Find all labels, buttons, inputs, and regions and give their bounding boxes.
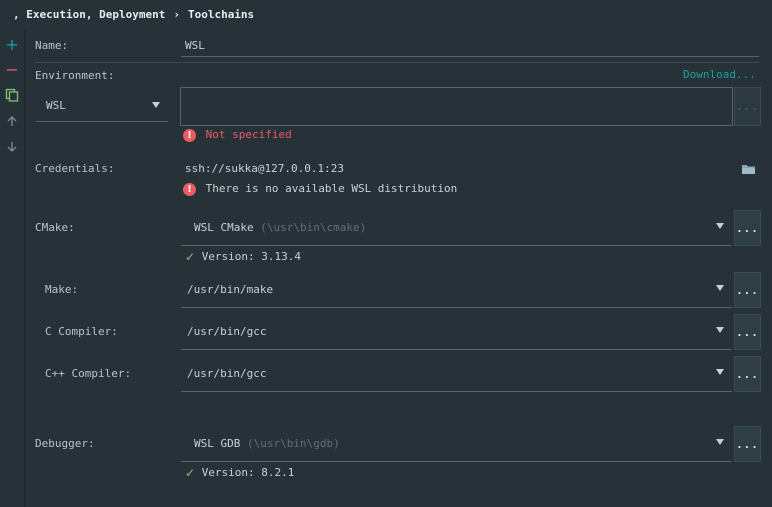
download-link[interactable]: Download... — [683, 68, 756, 81]
remove-icon[interactable]: − — [0, 59, 24, 79]
make-label: Make: — [45, 283, 79, 296]
environment-label: Environment: — [35, 69, 115, 82]
debugger-select[interactable]: WSL GDB (\usr\bin\gdb) — [181, 426, 732, 462]
environment-path-input[interactable] — [180, 87, 733, 126]
cpp-compiler-browse-button[interactable]: ... — [734, 356, 761, 392]
cmake-browse-button[interactable]: ... — [734, 210, 761, 246]
debugger-version: ✓ Version: 8.2.1 — [185, 466, 295, 480]
chevron-down-icon — [716, 223, 724, 229]
move-up-icon[interactable] — [0, 111, 24, 131]
chevron-down-icon — [716, 327, 724, 333]
cmake-version: ✓ Version: 3.13.4 — [185, 250, 302, 264]
credentials-label: Credentials: — [35, 162, 115, 175]
chevron-down-icon — [716, 439, 724, 445]
cpp-compiler-label: C++ Compiler: — [45, 367, 132, 380]
divider — [35, 62, 759, 63]
cmake-label: CMake: — [35, 221, 75, 234]
breadcrumb: , Execution, Deployment › Toolchains — [13, 8, 254, 21]
error-icon: ! — [183, 182, 196, 196]
environment-error: ! Not specified — [183, 128, 292, 142]
chevron-down-icon — [152, 102, 160, 108]
copy-icon[interactable] — [0, 85, 24, 105]
debugger-label: Debugger: — [35, 437, 95, 450]
credentials-error: ! There is no available WSL distribution — [183, 182, 457, 196]
breadcrumb-separator: › — [173, 8, 180, 21]
make-browse-button[interactable]: ... — [734, 272, 761, 308]
environment-browse-button[interactable]: ... — [734, 87, 761, 126]
cmake-select[interactable]: WSL CMake (\usr\bin\cmake) — [181, 210, 732, 246]
make-select[interactable]: /usr/bin/make — [181, 272, 732, 308]
check-icon: ✓ — [185, 466, 196, 480]
c-compiler-label: C Compiler: — [45, 325, 118, 338]
debugger-browse-button[interactable]: ... — [734, 426, 761, 462]
error-icon: ! — [183, 128, 196, 142]
chevron-down-icon — [716, 285, 724, 291]
credentials-value: ssh://sukka@127.0.0.1:23 — [185, 162, 344, 175]
chevron-down-icon — [716, 369, 724, 375]
environment-select[interactable]: WSL — [36, 89, 168, 122]
name-field[interactable]: WSL — [181, 32, 759, 57]
folder-icon[interactable] — [741, 163, 756, 178]
toolchain-toolbar: + − — [0, 30, 25, 507]
breadcrumb-current: Toolchains — [187, 8, 255, 21]
move-down-icon[interactable] — [0, 137, 24, 157]
cpp-compiler-select[interactable]: /usr/bin/gcc — [181, 356, 732, 392]
c-compiler-select[interactable]: /usr/bin/gcc — [181, 314, 732, 350]
check-icon: ✓ — [185, 250, 196, 264]
add-icon[interactable]: + — [0, 34, 24, 54]
name-label: Name: — [35, 39, 69, 52]
breadcrumb-parent[interactable]: , Execution, Deployment — [13, 8, 165, 21]
c-compiler-browse-button[interactable]: ... — [734, 314, 761, 350]
